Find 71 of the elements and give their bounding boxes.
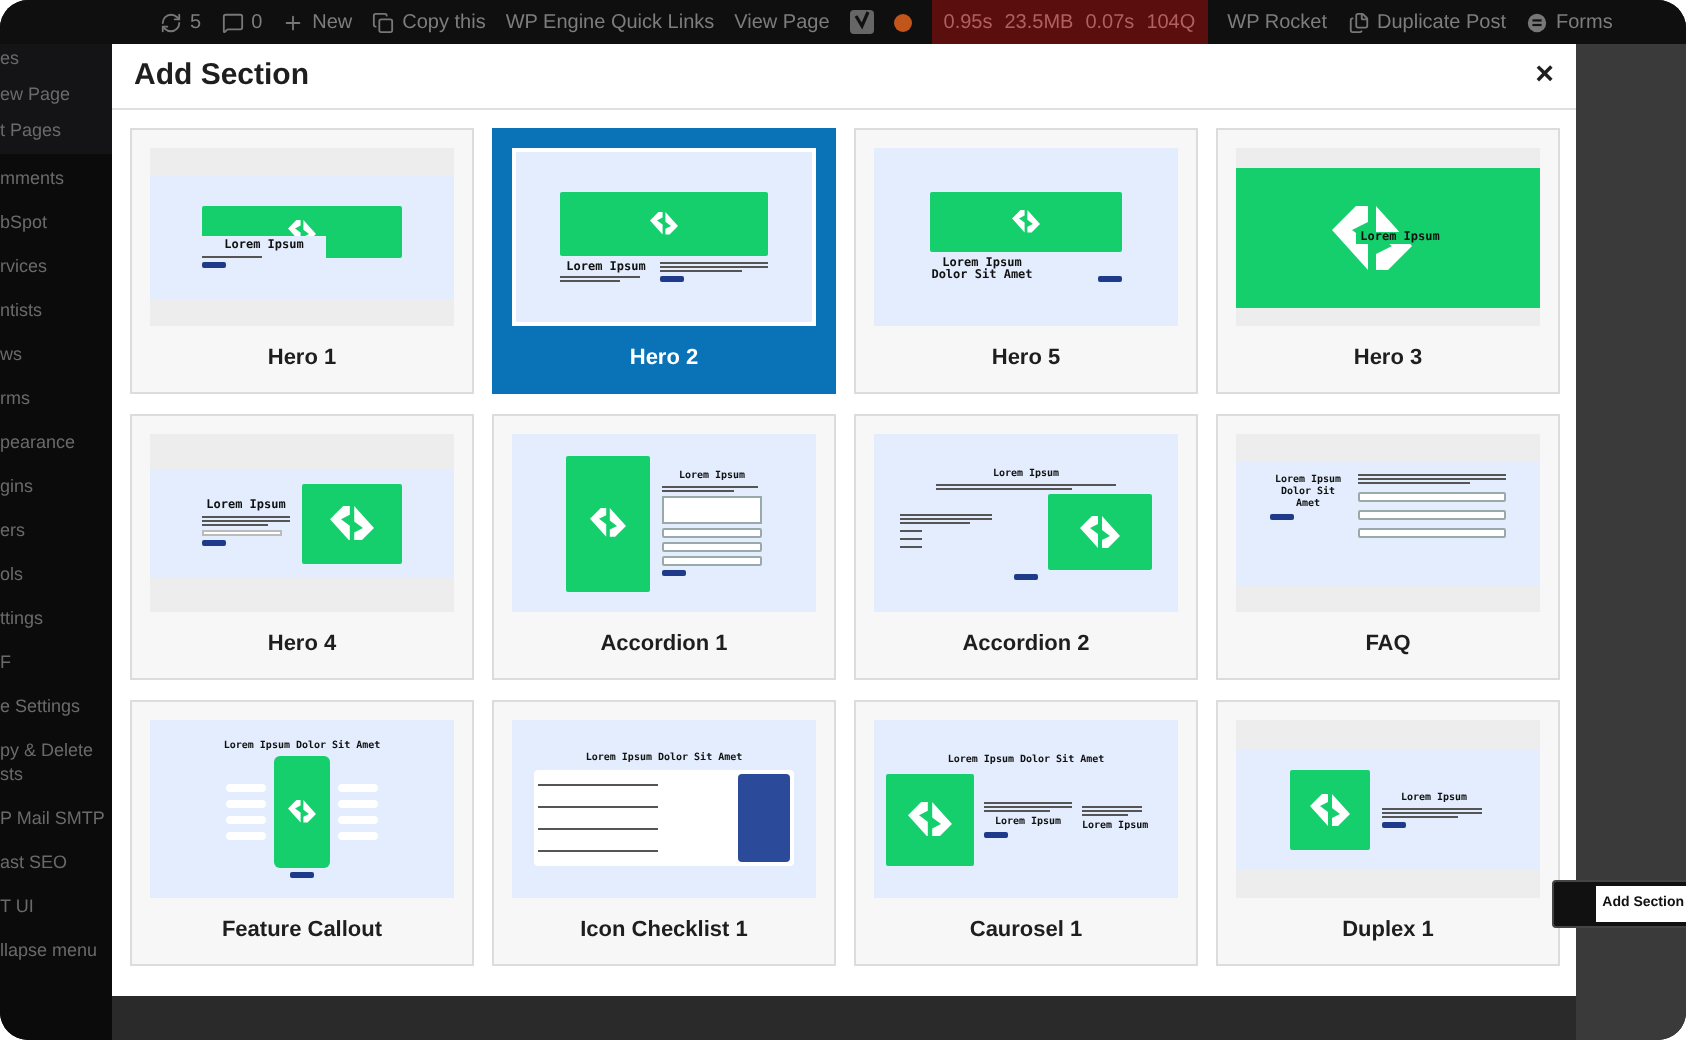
forms-icon: [1525, 11, 1548, 33]
sidebar-item[interactable]: ast SEO: [0, 850, 112, 874]
text-lines-drawing: [900, 514, 992, 524]
chevron-logo-icon: [1080, 515, 1120, 547]
copy-icon: [372, 11, 395, 33]
sidebar-item[interactable]: pearance: [0, 430, 112, 454]
sidebar-item[interactable]: ntists: [0, 298, 112, 322]
admin-bar-link[interactable]: Forms: [1525, 7, 1613, 37]
query-monitor-link[interactable]: 0.95s 23.5MB 0.07s 104Q: [931, 0, 1208, 44]
sidebar-item[interactable]: mments: [0, 166, 112, 190]
chevron-logo-icon: [590, 508, 626, 538]
sidebar-submenu-item[interactable]: es: [0, 46, 112, 70]
admin-bar-link[interactable]: WP Rocket: [1227, 7, 1327, 37]
text-lines-drawing: [1082, 806, 1142, 816]
thumbnail-button: [1382, 821, 1406, 827]
accordion-row-drawing: [662, 556, 762, 566]
sidebar-item[interactable]: ers: [0, 518, 112, 542]
thumbnail-button: [202, 262, 226, 268]
admin-bar-link[interactable]: Duplicate Post: [1347, 7, 1506, 37]
text-lines-drawing: [202, 516, 290, 526]
close-button[interactable]: ×: [1535, 60, 1554, 92]
plus-icon: [282, 11, 305, 33]
chevron-logo-icon: [1012, 210, 1040, 234]
sidebar-item[interactable]: P Mail SMTP: [0, 806, 112, 830]
comment-icon: [221, 11, 244, 33]
modal-title: Add Section: [134, 55, 310, 96]
chevron-logo-icon: [330, 505, 374, 541]
sidebar-item[interactable]: T UI: [0, 894, 112, 918]
accordion-row-drawing: [662, 528, 762, 538]
sidebar-item[interactable]: rvices: [0, 254, 112, 278]
chevron-logo-icon: [1310, 793, 1350, 825]
text-lines-drawing: [1382, 807, 1482, 817]
admin-bar-link[interactable]: 0: [221, 7, 263, 37]
sidebar-item[interactable]: bSpot: [0, 210, 112, 234]
text-lines-drawing: [560, 276, 640, 282]
thumbnail-button: [1270, 513, 1294, 519]
accordion-row-drawing: [662, 542, 762, 552]
thumbnail-button: [984, 831, 1008, 837]
checklist-panel-drawing: [738, 774, 790, 862]
admin-bar-link[interactable]: New: [282, 7, 353, 37]
sidebar-item[interactable]: rms: [0, 386, 112, 410]
thumbnail-button: [662, 570, 686, 576]
admin-bar-link[interactable]: 5: [160, 7, 202, 37]
thumbnail-button: [1014, 573, 1038, 579]
thumbnail-button: [202, 540, 226, 546]
refresh-icon: [160, 11, 182, 33]
sidebar-item[interactable]: py & Delete sts: [0, 738, 112, 786]
sidebar-submenu-item[interactable]: t Pages: [0, 118, 112, 142]
text-lines-drawing: [660, 262, 768, 272]
files-icon: [1347, 11, 1369, 33]
sidebar-item[interactable]: ws: [0, 342, 112, 366]
text-lines-drawing: [984, 801, 1072, 811]
chevron-logo-icon: [650, 212, 678, 236]
thumbnail-button: [660, 276, 684, 282]
y-logo-icon[interactable]: [849, 10, 874, 34]
sidebar-item[interactable]: gins: [0, 474, 112, 498]
sidebar-item[interactable]: ols: [0, 562, 112, 586]
sidebar-submenu-item[interactable]: ew Page: [0, 82, 112, 106]
thumbnail-button: [1098, 276, 1122, 282]
admin-bar-link[interactable]: Copy this: [372, 7, 486, 37]
accordion-open-row-drawing: [662, 496, 762, 524]
thumbnail-button: [290, 872, 314, 878]
admin-bar-link[interactable]: WP Engine Quick Links: [505, 7, 715, 37]
sidebar-item[interactable]: F: [0, 650, 112, 674]
text-lines-drawing: [662, 486, 758, 492]
chevron-logo-icon: [908, 801, 952, 837]
sidebar-item[interactable]: llapse menu: [0, 938, 112, 962]
admin-bar-link[interactable]: View Page: [734, 7, 830, 37]
sidebar-item[interactable]: e Settings: [0, 694, 112, 718]
chevron-logo-icon: [288, 800, 316, 824]
sidebar-item[interactable]: ttings: [0, 606, 112, 630]
